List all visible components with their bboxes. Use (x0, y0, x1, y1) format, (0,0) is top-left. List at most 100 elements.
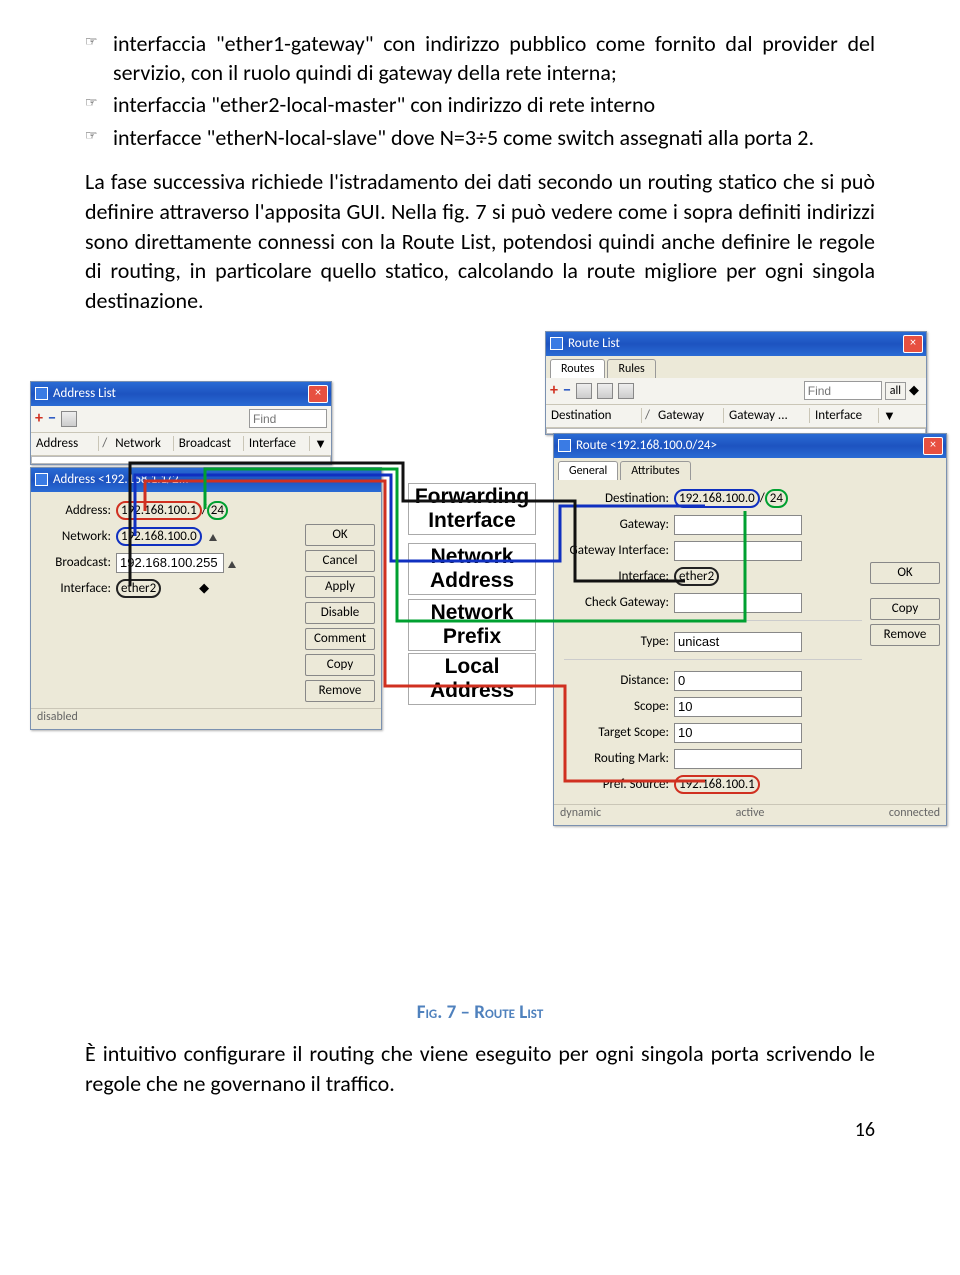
bullet-item: ☞ interfaccia "ether1-gateway" con indir… (85, 30, 875, 87)
distance-input[interactable] (674, 671, 802, 691)
label-destination: Destination: (564, 491, 674, 506)
remove-icon[interactable]: − (48, 409, 56, 428)
filter-icon[interactable] (61, 411, 77, 427)
annot-network-prefix: Network Prefix (408, 599, 536, 651)
paragraph: La fase successiva richiede l'istradamen… (85, 167, 875, 315)
copy-button[interactable]: Copy (305, 654, 375, 676)
figure-7: Address List × + − Address / Network Bro… (85, 351, 875, 991)
address-form: Address: 192.168.100.1/24 Network: 192.1… (31, 492, 381, 708)
close-icon[interactable]: × (923, 437, 943, 455)
up-arrow-icon[interactable] (209, 534, 217, 541)
titlebar: Route List × (546, 332, 926, 356)
scope-input[interactable] (674, 697, 802, 717)
col-gateway2[interactable]: Gateway ... (724, 408, 810, 423)
col-destination[interactable]: Destination (546, 408, 642, 423)
type-input[interactable] (674, 632, 802, 652)
target-scope-input[interactable] (674, 723, 802, 743)
col-broadcast[interactable]: Broadcast (174, 436, 244, 451)
cancel-button[interactable]: Cancel (305, 550, 375, 572)
broadcast-input[interactable] (116, 553, 224, 573)
tab-attributes[interactable]: Attributes (620, 461, 690, 480)
route-dialog: Route <192.168.100.0/24> × General Attri… (553, 433, 947, 826)
close-icon[interactable]: × (308, 385, 328, 403)
titlebar: Route <192.168.100.0/24> × (554, 434, 946, 458)
annot-forwarding-interface: Forwarding Interface (408, 483, 536, 535)
point-icon: ☞ (85, 33, 113, 50)
apply-button[interactable]: Apply (305, 576, 375, 598)
sort-indicator: / (99, 436, 110, 451)
tab-general[interactable]: General (558, 461, 618, 480)
route-dlg-tabs: General Attributes (554, 458, 946, 480)
label-scope: Scope: (564, 699, 674, 714)
label-network: Network: (41, 529, 116, 544)
bullet-text: interfacce "etherN-local-slave" dove N=3… (113, 124, 875, 153)
address-dialog: Address <192.168.1.1/2... Address: 192.1… (30, 467, 382, 730)
bullet-item: ☞ interfaccia "ether2-local-master" con … (85, 91, 875, 120)
figure-caption: Fig. 7 – Route List (85, 1001, 875, 1024)
col-address[interactable]: Address (31, 436, 99, 451)
add-icon[interactable]: + (550, 381, 558, 400)
ok-button[interactable]: OK (305, 524, 375, 546)
toolbar: + − (31, 406, 331, 433)
point-icon: ☞ (85, 94, 113, 111)
up-arrow-icon[interactable] (228, 561, 236, 568)
find-input[interactable] (249, 409, 327, 428)
window-icon (35, 473, 48, 486)
col-gateway[interactable]: Gateway (653, 408, 724, 423)
point-icon: ☞ (85, 127, 113, 144)
window-icon (550, 337, 563, 350)
remove-icon[interactable]: − (563, 381, 571, 400)
filter-icon[interactable] (597, 383, 613, 399)
gateway-input[interactable] (674, 515, 802, 535)
tab-rules[interactable]: Rules (607, 359, 655, 378)
label-interface: Interface: (41, 581, 116, 596)
disable-button[interactable]: Disable (305, 602, 375, 624)
remove-button[interactable]: Remove (305, 680, 375, 702)
close-icon[interactable]: × (903, 335, 923, 353)
window-title: Route <192.168.100.0/24> (576, 438, 717, 453)
check-gw-input[interactable] (674, 593, 802, 613)
annot-network-address: Network Address (408, 543, 536, 595)
label-type: Type: (564, 634, 674, 649)
window-title: Route List (568, 336, 620, 351)
comment-button[interactable]: Comment (305, 628, 375, 650)
gw-if-input[interactable] (674, 541, 802, 561)
interface-value-circle: ether2 (116, 579, 161, 598)
window-title: Address <192.168.1.1/2... (53, 472, 189, 487)
list-body (31, 456, 331, 464)
all-dropdown[interactable]: all (885, 382, 906, 400)
route-list-tabs: Routes Rules (546, 356, 926, 378)
network-value-circle: 192.168.100.0 (116, 527, 202, 546)
window-icon (35, 387, 48, 400)
address-value-circle: 192.168.100.1 (116, 501, 202, 520)
page-number: 16 (85, 1118, 875, 1142)
tab-routes[interactable]: Routes (550, 359, 605, 378)
filter-icon[interactable] (576, 383, 592, 399)
column-headers: Address / Network Broadcast Interface ▼ (31, 433, 331, 456)
toolbar: + − all ◆ (546, 378, 926, 405)
copy-button[interactable]: Copy (870, 598, 940, 620)
label-broadcast: Broadcast: (41, 555, 116, 570)
statusbar: disabled (31, 708, 381, 729)
filter-icon[interactable] (618, 383, 634, 399)
route-form: Destination: 192.168.100.0/24 Gateway: G… (554, 480, 946, 804)
label-address: Address: (41, 503, 116, 518)
bullet-list: ☞ interfaccia "ether1-gateway" con indir… (85, 30, 875, 152)
col-interface[interactable]: Interface (244, 436, 310, 451)
label-distance: Distance: (564, 673, 674, 688)
titlebar: Address <192.168.1.1/2... (31, 468, 381, 492)
pref-source-circle: 192.168.100.1 (674, 775, 760, 794)
routing-mark-input[interactable] (674, 749, 802, 769)
destination-circle: 192.168.100.0 (674, 489, 760, 508)
route-list-window: Route List × Routes Rules + − all ◆ Dest… (545, 331, 927, 435)
ok-button[interactable]: OK (870, 562, 940, 584)
add-icon[interactable]: + (35, 409, 43, 428)
bullet-text: interfaccia "ether2-local-master" con in… (113, 91, 875, 120)
find-input[interactable] (804, 381, 882, 400)
label-check-gw: Check Gateway: (564, 595, 674, 610)
col-network[interactable]: Network (110, 436, 173, 451)
label-routing-mark: Routing Mark: (564, 751, 674, 766)
statusbar: dynamic active connected (554, 804, 946, 825)
col-interface[interactable]: Interface (810, 408, 879, 423)
remove-button[interactable]: Remove (870, 624, 940, 646)
